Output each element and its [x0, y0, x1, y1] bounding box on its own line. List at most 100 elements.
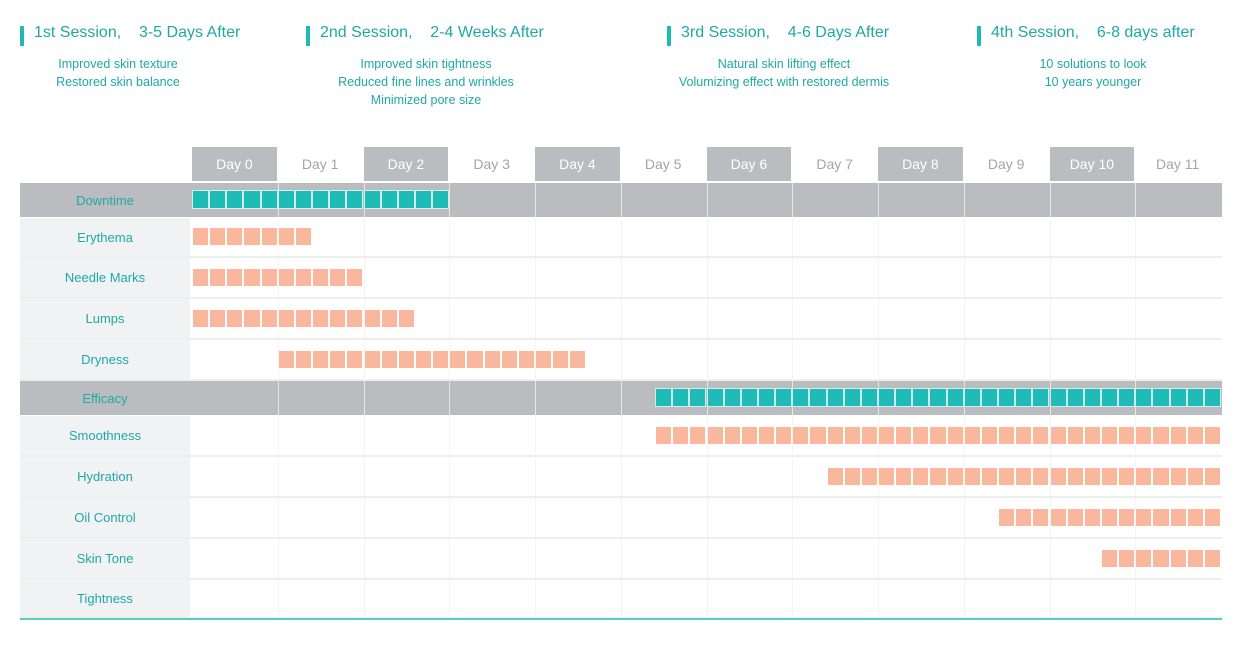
timeline-block [1136, 468, 1152, 485]
grid-line [1049, 258, 1051, 297]
timeline-block-teal [877, 388, 896, 407]
grid-line [620, 580, 622, 617]
grid-line [620, 299, 622, 338]
session-description-line: Reduced fine lines and wrinkles [338, 75, 514, 89]
timeline-block [999, 427, 1015, 444]
timeline-block [1204, 468, 1220, 485]
timeline-block-teal [277, 190, 295, 209]
timeline-block [244, 228, 260, 245]
grid-line [535, 258, 536, 297]
grid-line [792, 299, 794, 338]
timeline-block-teal [191, 190, 210, 209]
day-header: Day 6 [706, 147, 792, 181]
timeline-block-teal [655, 388, 673, 407]
timeline-block [295, 228, 312, 245]
grid-line [792, 218, 794, 256]
timeline-block [381, 310, 397, 327]
grid-line [706, 498, 708, 537]
grid-line [363, 539, 365, 578]
timeline-block [227, 310, 243, 327]
timeline-block [1067, 468, 1083, 485]
timeline-block [1153, 427, 1169, 444]
timeline-block-teal [1203, 388, 1221, 407]
grid-line [277, 539, 279, 578]
grid-line [1049, 580, 1051, 617]
timeline-block [981, 427, 998, 444]
grid-line [620, 381, 622, 415]
timeline-block [347, 310, 363, 327]
grid-line [363, 580, 365, 617]
timeline-block-teal [929, 388, 947, 407]
timeline-block [964, 468, 980, 485]
row-hydration: Hydration [20, 457, 1222, 498]
grid-line [535, 218, 536, 256]
timeline-block [1187, 468, 1203, 485]
day-header: Day 10 [1049, 147, 1135, 181]
row-needle-marks: Needle Marks [20, 258, 1222, 299]
grid-line [1135, 218, 1137, 256]
session-title: 1st Session, 3-5 Days After [34, 24, 241, 41]
timeline-block [295, 310, 312, 327]
timeline-block [347, 269, 363, 286]
timeline-block [1187, 427, 1203, 444]
timeline-block-teal [946, 388, 964, 407]
row-label: Lumps [20, 299, 190, 338]
timeline-block [930, 468, 946, 485]
grid-line [449, 381, 451, 415]
row-lumps: Lumps [20, 299, 1222, 340]
session-description-line: Volumizing effect with restored dermis [678, 75, 890, 89]
timeline-block-teal [723, 388, 741, 407]
timeline-block [536, 351, 552, 368]
grid-line [792, 258, 794, 297]
timeline-block-teal [414, 190, 433, 209]
session-accent-bar [667, 26, 671, 46]
grid-line [1049, 299, 1051, 338]
timeline-block-teal [706, 388, 724, 407]
grid-line [535, 183, 536, 217]
day-header: Day 9 [963, 147, 1049, 181]
grid-line [277, 416, 279, 455]
timeline-block [879, 468, 895, 485]
session-title: 4th Session, 6-8 days after [991, 24, 1195, 41]
timeline-block-teal [809, 388, 827, 407]
timeline-block-teal [672, 388, 690, 407]
grid-line [706, 580, 708, 617]
grid-line [535, 539, 536, 578]
timeline-block [1101, 550, 1118, 567]
timeline-block [295, 269, 312, 286]
grid-line [963, 218, 965, 256]
grid-line [363, 381, 365, 415]
timeline-block [1050, 468, 1066, 485]
timeline-block [896, 427, 912, 444]
timeline-block-teal [1083, 388, 1101, 407]
timeline-block [724, 427, 740, 444]
timeline-block-teal [843, 388, 861, 407]
timeline-block [1101, 468, 1118, 485]
grid-line [277, 498, 279, 537]
timeline-block [827, 468, 843, 485]
timeline-block-teal [860, 388, 878, 407]
session-accent-bar [977, 26, 981, 46]
timeline-block [1170, 550, 1186, 567]
timeline-block [1170, 427, 1186, 444]
timeline-block [330, 269, 346, 286]
timeline-block [1050, 509, 1066, 526]
timeline-block [947, 468, 963, 485]
grid-line [792, 580, 794, 617]
grid-line [535, 580, 536, 617]
timeline-block-teal [740, 388, 758, 407]
grid-line [706, 183, 708, 217]
timeline-block [673, 427, 689, 444]
timeline-block [999, 509, 1015, 526]
row-label: Oil Control [20, 498, 190, 537]
timeline-block [1187, 509, 1203, 526]
timeline-block [1033, 509, 1049, 526]
grid-line [878, 539, 879, 578]
session-description-line: Improved skin tightness [360, 57, 492, 71]
grid-line [535, 416, 536, 455]
session-accent-bar [20, 26, 24, 46]
timeline-block [1153, 550, 1169, 567]
grid-line [878, 258, 879, 297]
row-erythema: Erythema [20, 218, 1222, 258]
timeline-block-teal [346, 190, 364, 209]
